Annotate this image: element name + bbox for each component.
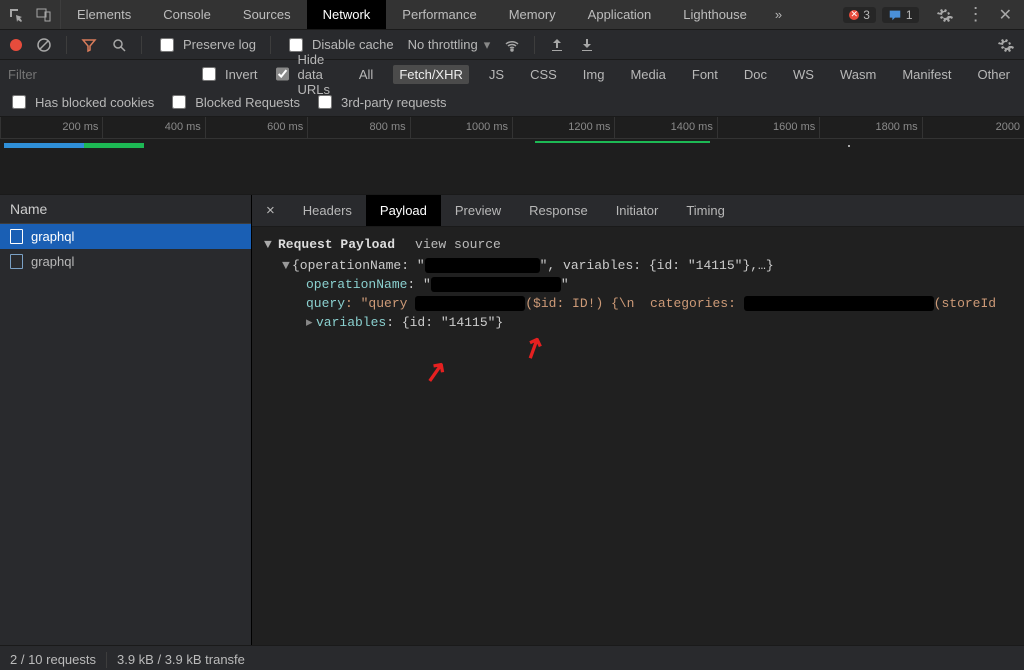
payload-query-line[interactable]: query: "query ($id: ID!) {\n categories:…: [258, 294, 1018, 313]
tick-label: 1000 ms: [466, 121, 508, 133]
main-tab-strip: Elements Console Sources Network Perform…: [0, 0, 1024, 30]
preserve-log-checkbox[interactable]: Preserve log: [156, 35, 256, 55]
request-row[interactable]: graphql: [0, 224, 251, 249]
tab-memory[interactable]: Memory: [493, 0, 572, 29]
panel-settings-icon[interactable]: [998, 37, 1014, 53]
tab-preview[interactable]: Preview: [441, 195, 515, 226]
payload-operation-line[interactable]: operationName: "": [258, 275, 1018, 294]
cat-css[interactable]: CSS: [524, 65, 563, 84]
tab-console[interactable]: Console: [147, 0, 227, 29]
tab-initiator[interactable]: Initiator: [602, 195, 673, 226]
cat-wasm[interactable]: Wasm: [834, 65, 882, 84]
inspect-icon[interactable]: [8, 7, 24, 23]
error-count: 3: [863, 8, 870, 22]
section-collapse-icon[interactable]: ▼: [264, 237, 274, 252]
tab-headers[interactable]: Headers: [289, 195, 366, 226]
close-detail-icon[interactable]: ×: [252, 202, 289, 219]
request-name: graphql: [31, 229, 74, 244]
download-har-icon[interactable]: [579, 37, 595, 53]
tab-elements[interactable]: Elements: [61, 0, 147, 29]
tick-label: 2000: [996, 121, 1020, 133]
view-source-link[interactable]: view source: [415, 237, 501, 252]
file-icon: [10, 254, 23, 269]
payload-variables-line[interactable]: ▸variables: {id: "14115"}: [258, 313, 1018, 332]
tab-timing[interactable]: Timing: [672, 195, 739, 226]
annotation-arrow-icon: ↗: [516, 328, 552, 370]
tick-label: 400 ms: [165, 121, 201, 133]
tick-label: 200 ms: [62, 121, 98, 133]
chevron-down-icon: ▾: [484, 37, 491, 53]
payload-summary-line[interactable]: ▼{operationName: "", variables: {id: "14…: [258, 256, 1018, 275]
tab-response[interactable]: Response: [515, 195, 602, 226]
payload-body: ▼ Request Payload view source ▼{operation…: [252, 227, 1024, 645]
close-devtools-icon[interactable]: ✕: [999, 5, 1012, 25]
status-bar: 2 / 10 requests 3.9 kB / 3.9 kB transfe: [0, 645, 1024, 670]
tab-application[interactable]: Application: [572, 0, 668, 29]
name-column-header[interactable]: Name: [0, 195, 251, 224]
third-party-checkbox[interactable]: 3rd-party requests: [314, 92, 447, 112]
cat-all[interactable]: All: [353, 65, 379, 84]
settings-icon[interactable]: [937, 7, 953, 23]
tick-label: 1400 ms: [671, 121, 713, 133]
tick-label: 800 ms: [370, 121, 406, 133]
device-toggle-icon[interactable]: [36, 7, 52, 23]
detail-panel: × Headers Payload Preview Response Initi…: [252, 195, 1024, 645]
invert-checkbox[interactable]: Invert: [198, 64, 258, 84]
request-row[interactable]: graphql: [0, 249, 251, 274]
request-count: 2 / 10 requests: [10, 652, 96, 667]
kebab-menu-icon[interactable]: ⋮: [967, 4, 985, 25]
filter-bar: Invert Hide data URLs All Fetch/XHR JS C…: [0, 60, 1024, 117]
error-badge[interactable]: ✕3: [843, 7, 876, 23]
cat-ws[interactable]: WS: [787, 65, 820, 84]
cat-font[interactable]: Font: [686, 65, 724, 84]
file-icon: [10, 229, 23, 244]
cat-media[interactable]: Media: [624, 65, 671, 84]
request-list-panel: Name graphql graphql: [0, 195, 252, 645]
tab-sources[interactable]: Sources: [227, 0, 307, 29]
messages-badge[interactable]: 1: [882, 7, 919, 23]
tick-label: 600 ms: [267, 121, 303, 133]
cat-manifest[interactable]: Manifest: [896, 65, 957, 84]
network-toolbar: Preserve log Disable cache No throttling…: [0, 30, 1024, 60]
tab-payload[interactable]: Payload: [366, 195, 441, 226]
record-button[interactable]: [10, 39, 22, 51]
request-name: graphql: [31, 254, 74, 269]
search-icon[interactable]: [111, 37, 127, 53]
tick-label: 1800 ms: [875, 121, 917, 133]
tab-lighthouse[interactable]: Lighthouse: [667, 0, 763, 29]
clear-icon[interactable]: [36, 37, 52, 53]
throttling-select[interactable]: No throttling ▾: [408, 37, 491, 53]
cat-other[interactable]: Other: [971, 65, 1016, 84]
cat-fetch-xhr[interactable]: Fetch/XHR: [393, 65, 469, 84]
timeline-overview[interactable]: 200 ms 400 ms 600 ms 800 ms 1000 ms 1200…: [0, 117, 1024, 195]
tick-label: 1200 ms: [568, 121, 610, 133]
tab-performance[interactable]: Performance: [386, 0, 492, 29]
tick-label: 1600 ms: [773, 121, 815, 133]
cat-doc[interactable]: Doc: [738, 65, 773, 84]
blocked-requests-checkbox[interactable]: Blocked Requests: [168, 92, 300, 112]
cat-img[interactable]: Img: [577, 65, 611, 84]
transfer-size: 3.9 kB / 3.9 kB transfe: [117, 652, 245, 667]
wifi-icon[interactable]: [504, 37, 520, 53]
tab-network[interactable]: Network: [307, 0, 387, 29]
blocked-cookies-checkbox[interactable]: Has blocked cookies: [8, 92, 154, 112]
annotation-arrow-icon: ↗: [421, 353, 450, 392]
filter-input[interactable]: [8, 65, 184, 84]
payload-title: Request Payload: [278, 237, 395, 252]
cat-js[interactable]: JS: [483, 65, 510, 84]
more-tabs-icon[interactable]: »: [763, 7, 794, 22]
filter-icon[interactable]: [81, 37, 97, 53]
upload-har-icon[interactable]: [549, 37, 565, 53]
message-count: 1: [906, 8, 913, 22]
